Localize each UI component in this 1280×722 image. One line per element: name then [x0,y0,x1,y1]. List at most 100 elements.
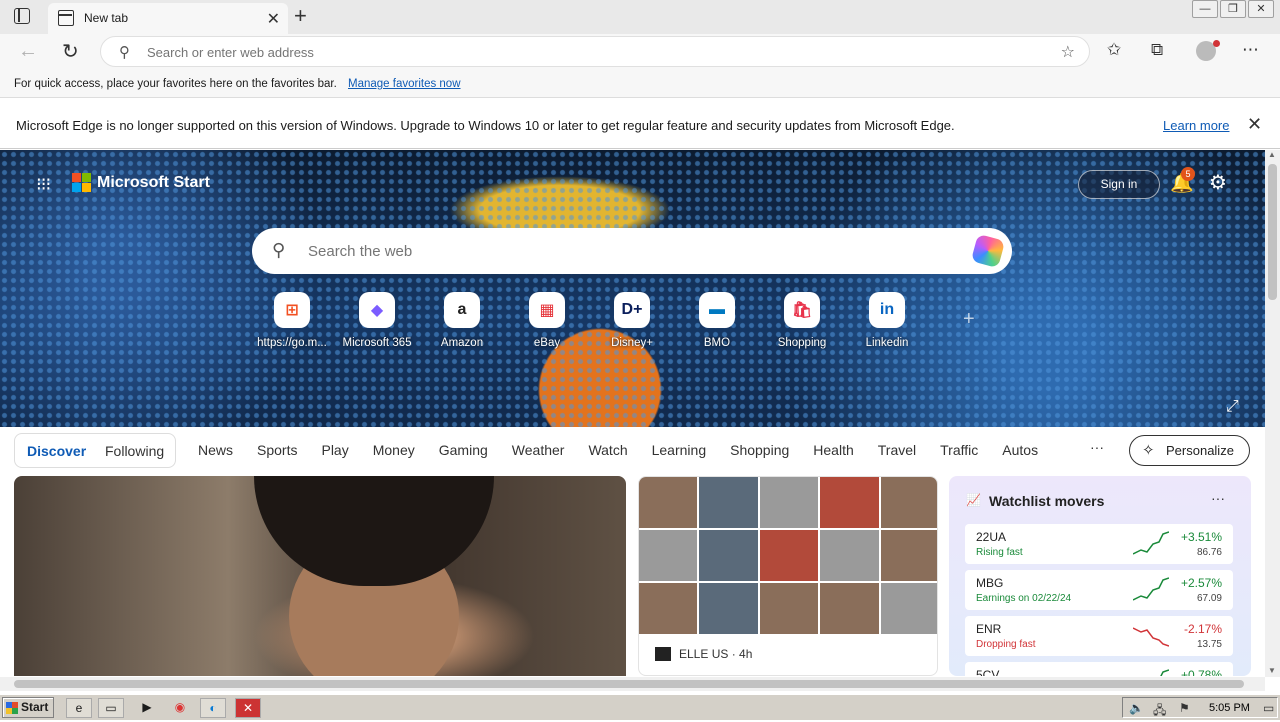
back-icon[interactable]: ← [18,40,38,63]
feed-mode-switch: Discover Following [14,433,176,468]
tab-new-tab[interactable]: New tab ✕ [48,3,288,34]
windows-taskbar: Start e ▭ ▶ ◉ ◐ ✕ 🔈 🖧 ⚑ 5:05 PM ▭ [0,694,1280,720]
category-tab-learning[interactable]: Learning [652,442,707,458]
quick-link-6[interactable]: 🛍 Shopping [760,292,844,349]
start-label: Start [21,700,49,714]
quick-link-4[interactable]: D+ Disney+ [590,292,674,349]
category-tab-gaming[interactable]: Gaming [439,442,488,458]
tab-discover[interactable]: Discover [27,443,86,459]
apps-grid-icon[interactable]: ⁝⁝⁝ [36,174,51,195]
horizontal-scrollbar[interactable] [0,677,1265,691]
favorites-icon[interactable]: ✩ [1107,40,1121,60]
web-search-box[interactable]: ⚲ [252,228,1012,274]
address-bar[interactable]: ⚲ ☆ [100,36,1090,67]
watchlist-row[interactable]: ENR Dropping fast -2.17% 13.75 [965,616,1233,656]
m365-icon: ◆ [359,292,395,328]
category-tab-watch[interactable]: Watch [588,442,627,458]
infobar-message: Microsoft Edge is no longer supported on… [16,118,955,133]
network-icon[interactable]: 🖧 [1153,701,1166,722]
stock-symbol: ENR [976,622,1002,636]
quick-link-label: Linkedin [865,337,909,349]
category-tab-money[interactable]: Money [373,442,415,458]
lead-story-card[interactable] [14,476,626,676]
page-settings-gear-icon[interactable]: ⚙ [1209,170,1227,195]
add-quick-link-icon[interactable]: + [963,308,975,331]
stock-symbol: 5CV [976,668,1000,676]
sign-in-button[interactable]: Sign in [1078,170,1160,199]
chrome-icon[interactable]: ◉ [167,698,193,718]
watchlist-row[interactable]: 5CV +0.78% [965,662,1233,676]
stock-symbol: MBG [976,576,1004,590]
h-scroll-thumb[interactable] [14,680,1244,688]
volume-icon[interactable]: 🔈 [1129,701,1144,715]
story-image-hair [254,476,494,586]
category-tab-news[interactable]: News [198,442,233,458]
quick-link-5[interactable]: ▬ BMO [675,292,759,349]
category-tab-shopping[interactable]: Shopping [730,442,789,458]
category-tab-traffic[interactable]: Traffic [940,442,978,458]
media-player-icon[interactable]: ▶ [134,698,160,718]
close-infobar-icon[interactable]: ✕ [1247,114,1262,135]
close-tab-icon[interactable]: ✕ [267,9,280,29]
vertical-scrollbar[interactable]: ▲ ▼ [1265,150,1280,677]
new-tab-button[interactable]: + [294,3,307,29]
watchlist-row[interactable]: MBG Earnings on 02/22/24 +2.57% 67.09 [965,570,1233,610]
ie-icon[interactable]: e [66,698,92,718]
stock-status: Earnings on 02/22/24 [976,593,1072,604]
quick-link-7[interactable]: in Linkedin [845,292,929,349]
stock-change: +3.51% [1180,530,1222,544]
app-close-icon[interactable]: ✕ [235,698,261,718]
add-favorite-icon[interactable]: ☆ [1061,42,1075,62]
profile-avatar[interactable] [1196,40,1220,61]
quick-link-2[interactable]: a Amazon [420,292,504,349]
manage-favorites-link[interactable]: Manage favorites now [348,78,461,90]
browser-toolbar: ← ↻ ⚲ ☆ ✩ ⧉ ⋯ [0,34,1280,70]
microsoft-logo-icon [72,173,92,193]
restore-icon[interactable]: ❐ [1220,0,1246,18]
category-tab-sports[interactable]: Sports [257,442,297,458]
tab-following[interactable]: Following [105,443,164,459]
disney-icon: D+ [614,292,650,328]
watchlist-title: Watchlist movers [989,493,1105,509]
category-tab-autos[interactable]: Autos [1002,442,1038,458]
show-desktop-icon[interactable]: ▭ [1263,701,1274,715]
clock: 5:05 PM [1209,702,1250,714]
edge-taskbar-icon[interactable]: ◐ [200,698,226,718]
watchlist-more-icon[interactable]: ··· [1211,490,1225,506]
start-button[interactable]: Start [2,697,54,718]
minimize-icon[interactable]: — [1192,0,1218,18]
quick-link-3[interactable]: ▦ eBay [505,292,589,349]
expand-background-icon[interactable]: ⤢ [1226,398,1239,416]
category-tab-travel[interactable]: Travel [878,442,916,458]
personalize-button[interactable]: ✧ Personalize [1129,435,1250,466]
scroll-up-icon[interactable]: ▲ [1268,150,1276,159]
tab-actions-icon[interactable] [14,8,30,24]
more-categories-button[interactable]: ··· [1090,439,1104,455]
category-tab-weather[interactable]: Weather [512,442,565,458]
watchlist-row[interactable]: 22UA Rising fast +3.51% 86.76 [965,524,1233,564]
flag-icon[interactable]: ⚑ [1179,701,1190,715]
close-window-icon[interactable]: ✕ [1248,0,1274,18]
settings-more-icon[interactable]: ⋯ [1242,40,1259,60]
amazon-icon: a [444,292,480,328]
copilot-icon[interactable] [970,233,1006,269]
quick-link-1[interactable]: ◆ Microsoft 365 [335,292,419,349]
quick-link-0[interactable]: ⊞ https://go.m... [250,292,334,349]
sparkle-icon: ✧ [1142,442,1155,459]
category-tab-play[interactable]: Play [321,442,348,458]
learn-more-link[interactable]: Learn more [1163,118,1229,133]
collections-icon[interactable]: ⧉ [1151,40,1163,60]
explorer-folder-icon[interactable]: ▭ [98,698,124,718]
category-tab-health[interactable]: Health [813,442,853,458]
windows-icon: ⊞ [274,292,310,328]
scroll-thumb[interactable] [1268,164,1277,300]
web-search-input[interactable] [308,241,908,261]
scroll-down-icon[interactable]: ▼ [1268,666,1276,675]
stock-status: Rising fast [976,547,1023,558]
address-input[interactable] [147,42,1027,62]
sparkline-icon [1133,627,1169,647]
refresh-icon[interactable]: ↻ [62,39,79,64]
system-tray: 🔈 🖧 ⚑ 5:05 PM ▭ [1122,697,1278,718]
story-card[interactable]: ELLE US · 4h [638,476,938,676]
stock-price: 86.76 [1196,547,1222,558]
